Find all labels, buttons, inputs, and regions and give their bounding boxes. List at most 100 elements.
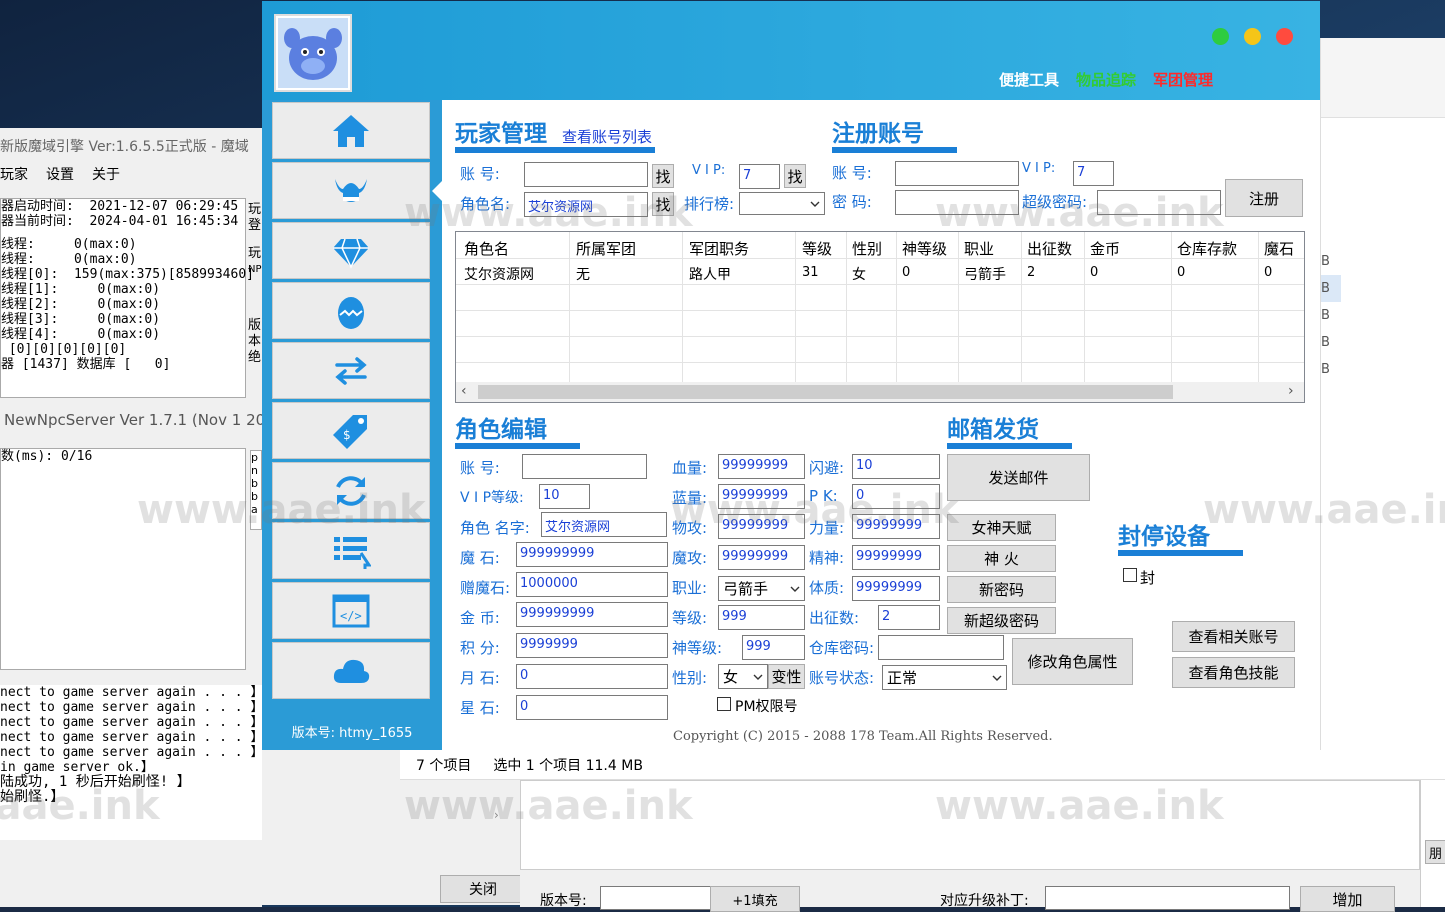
maximize-dot[interactable] [1244,28,1261,45]
edit-class-select[interactable]: 弓箭手 [718,576,805,601]
edit-spirit-input[interactable]: 99999999 [852,545,940,570]
table-cell[interactable]: 0 [902,265,910,280]
edit-gold-input[interactable]: 999999999 [516,602,668,627]
table-cell[interactable]: 女 [852,264,866,284]
sidebar-item-diamond[interactable] [272,222,430,279]
menu-item-player[interactable]: 玩家 [0,164,28,186]
close-dot[interactable] [1276,28,1293,45]
column-header[interactable]: 金币 [1090,238,1120,259]
column-header[interactable]: 角色名 [464,238,509,259]
edit-strength-input[interactable]: 99999999 [852,514,940,539]
link-convenient-tools[interactable]: 便捷工具 [999,69,1059,90]
edit-hp-input[interactable]: 99999999 [718,454,805,479]
view-related-accounts-button[interactable]: 查看相关账号 [1172,621,1295,652]
close-button[interactable]: 关闭 [440,875,526,903]
edit-gender-select[interactable]: 女 [718,664,768,689]
column-header[interactable]: 所属军团 [576,238,636,259]
find-role-button[interactable]: 找 [652,192,674,216]
minimize-dot[interactable] [1212,28,1229,45]
edit-dodge-input[interactable]: 10 [852,454,940,479]
find-account-button[interactable]: 找 [652,164,674,188]
edit-magic-attack-input[interactable]: 99999999 [718,545,805,570]
fill-button[interactable]: +1填充 [710,886,800,912]
ranking-select[interactable] [739,192,825,215]
table-cell[interactable]: 2 [1027,265,1035,280]
register-password-input[interactable] [895,190,1019,215]
edit-expedition-input[interactable]: 2 [878,605,940,630]
menu-item-about[interactable]: 关于 [92,164,120,186]
pm-permission-checkbox[interactable] [717,697,731,711]
table-cell[interactable]: 0 [1177,265,1185,280]
table-cell[interactable]: 弓箭手 [964,264,1006,284]
edit-points-input[interactable]: 9999999 [516,633,668,658]
edit-magic-stone-input[interactable]: 999999999 [516,542,668,567]
goddess-talent-button[interactable]: 女神天赋 [947,514,1056,541]
patch-input[interactable] [1045,886,1290,910]
edit-star-stone-input[interactable]: 0 [516,695,668,720]
column-header[interactable]: 仓库存款 [1177,238,1237,259]
version-input[interactable] [600,886,712,910]
register-button[interactable]: 注册 [1225,179,1303,217]
edit-phys-attack-input[interactable]: 99999999 [718,514,805,539]
new-password-button[interactable]: 新密码 [947,576,1056,603]
register-account-input[interactable] [895,161,1019,186]
add-button[interactable]: 增加 [1300,886,1395,912]
column-header[interactable]: 军团职务 [689,238,749,259]
sidebar-item-transfer[interactable] [272,342,430,399]
link-legion-management[interactable]: 军团管理 [1153,69,1213,90]
edit-account-input[interactable] [522,454,647,479]
edit-mp-input[interactable]: 99999999 [718,484,805,509]
sidebar-item-code[interactable]: </> [272,582,430,639]
scrollbar-thumb[interactable] [478,385,1173,399]
sidebar-item-list[interactable] [272,522,430,579]
side-fragment-button[interactable]: 朋 [1425,840,1445,864]
sidebar-item-home[interactable] [272,102,430,159]
vip-search-input[interactable]: 7 [739,164,780,189]
sidebar-item-refresh[interactable] [272,462,430,519]
new-super-password-button[interactable]: 新超级密码 [947,607,1056,634]
link-item-tracking[interactable]: 物品追踪 [1076,69,1136,90]
table-cell[interactable]: 0 [1264,265,1272,280]
column-header[interactable]: 出征数 [1027,238,1072,259]
sidebar-item-cloud[interactable] [272,642,430,699]
edit-god-level-input[interactable]: 999 [742,635,805,660]
view-role-skills-button[interactable]: 查看角色技能 [1172,657,1295,688]
view-accounts-link[interactable]: 查看账号列表 [562,126,652,147]
change-gender-button[interactable]: 变性 [768,664,805,689]
register-superpass-input[interactable] [1097,190,1221,215]
table-cell[interactable]: 无 [576,264,590,284]
edit-level-input[interactable]: 999 [718,605,805,630]
edit-role-name-input[interactable]: 艾尔资源网 [541,512,667,537]
sidebar-item-helmet[interactable] [272,162,430,219]
send-mail-button[interactable]: 发送邮件 [947,454,1090,501]
edit-pk-input[interactable]: 0 [852,484,940,509]
table-cell[interactable]: 0 [1090,265,1098,280]
modify-role-attributes-button[interactable]: 修改角色属性 [1012,638,1133,685]
table-cell[interactable]: 31 [802,265,819,280]
register-vip-input[interactable]: 7 [1073,161,1114,186]
edit-gift-stone-input[interactable]: 1000000 [516,572,668,597]
horizontal-scrollbar[interactable]: ‹ › [456,382,1304,402]
divine-fire-button[interactable]: 神 火 [947,545,1056,572]
account-search-input[interactable] [524,162,648,187]
edit-account-status-select[interactable]: 正常 [882,665,1007,690]
find-vip-button[interactable]: 找 [784,164,806,188]
role-name-search-input[interactable]: 艾尔资源网 [524,192,648,217]
column-header[interactable]: 等级 [802,238,832,259]
scroll-right-arrow[interactable]: › [1288,383,1294,399]
edit-constitution-input[interactable]: 99999999 [852,576,940,601]
column-header[interactable]: 职业 [964,238,994,259]
edit-moon-stone-input[interactable]: 0 [516,664,668,689]
ban-checkbox[interactable] [1123,568,1137,582]
table-cell[interactable]: 艾尔资源网 [464,264,534,284]
sidebar-item-egg[interactable] [272,282,430,339]
edit-warehouse-password-input[interactable] [878,635,1004,660]
column-header[interactable]: 性别 [852,238,882,259]
sidebar-item-tag[interactable]: $ [272,402,430,459]
scroll-left-arrow[interactable]: ‹ [461,383,467,399]
column-header[interactable]: 神等级 [902,238,947,259]
edit-vip-input[interactable]: 10 [539,484,590,509]
column-header[interactable]: 魔石 [1264,238,1294,259]
menu-item-settings[interactable]: 设置 [46,164,74,186]
table-cell[interactable]: 路人甲 [689,264,731,284]
